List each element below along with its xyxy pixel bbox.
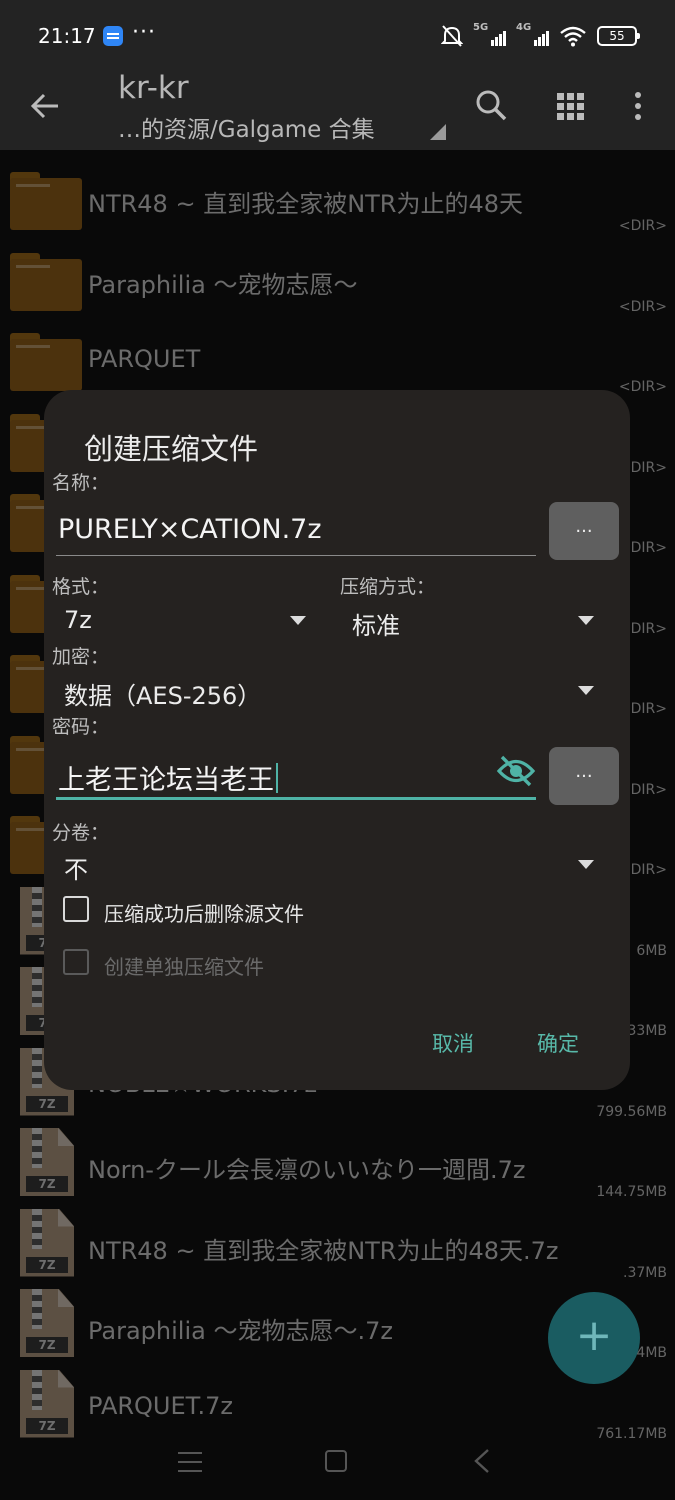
app-notification-icon	[103, 26, 123, 46]
folder-path[interactable]: …的资源/Galgame 合集	[118, 110, 375, 144]
name-label: 名称：	[52, 472, 110, 494]
nav-home-icon[interactable]	[325, 1450, 347, 1472]
signal-4g-icon: 4G	[516, 22, 549, 46]
format-select[interactable]: 7z	[64, 606, 310, 646]
password-value: 上老王论坛当老王	[58, 765, 274, 796]
delete-source-label[interactable]: 压缩成功后删除源文件	[104, 898, 304, 927]
password-more-button[interactable]: ...	[549, 747, 619, 805]
nav-recents-icon[interactable]	[178, 1452, 202, 1472]
archive-name-input[interactable]: PURELY×CATION.7z	[56, 504, 536, 556]
ok-button[interactable]: 确定	[537, 1028, 579, 1058]
format-dropdown-icon	[290, 616, 306, 625]
mute-bell-icon	[441, 25, 463, 47]
split-select[interactable]: 不	[64, 850, 598, 890]
name-more-button[interactable]: ...	[549, 502, 619, 560]
app-toolbar: kr-kr …的资源/Galgame 合集	[0, 70, 675, 150]
separate-archives-label: 创建单独压缩文件	[104, 955, 264, 979]
status-time: 21:17	[38, 24, 96, 48]
method-select[interactable]: 标准	[352, 606, 598, 646]
search-icon[interactable]	[472, 86, 512, 126]
add-fab-button[interactable]: +	[548, 1292, 640, 1384]
signal-5g-icon: 5G	[473, 22, 506, 46]
text-caret	[276, 763, 278, 793]
create-archive-dialog: 创建压缩文件 名称： PURELY×CATION.7z ... 格式： 7z 压…	[44, 390, 630, 1090]
grid-view-icon[interactable]	[550, 86, 590, 126]
password-label: 密码：	[52, 716, 110, 738]
method-label: 压缩方式：	[340, 576, 436, 598]
separate-archives-checkbox	[63, 949, 89, 975]
folder-title: kr-kr	[118, 70, 189, 106]
back-arrow-icon[interactable]	[28, 88, 64, 124]
status-bar: 21:17 ··· 5G 4G 55	[0, 0, 675, 72]
path-dropdown-icon[interactable]	[430, 124, 446, 140]
password-input[interactable]: 上老王论坛当老王	[56, 748, 536, 800]
split-label: 分卷：	[52, 822, 110, 844]
wifi-icon	[560, 26, 586, 47]
nav-back-icon[interactable]	[470, 1448, 494, 1474]
encrypt-label: 加密：	[52, 646, 110, 668]
battery-icon: 55	[597, 26, 640, 46]
encrypt-select[interactable]: 数据（AES-256）	[64, 676, 598, 716]
archive-name-value: PURELY×CATION.7z	[58, 514, 322, 545]
format-label: 格式：	[52, 576, 110, 598]
status-icons: 5G 4G 55	[441, 22, 640, 50]
dialog-title: 创建压缩文件	[84, 432, 259, 466]
more-vert-icon[interactable]	[618, 86, 658, 126]
method-dropdown-icon	[578, 616, 594, 625]
delete-source-checkbox[interactable]	[63, 896, 89, 922]
system-nav-bar	[0, 1430, 675, 1500]
visibility-off-icon[interactable]	[496, 754, 536, 788]
split-dropdown-icon	[578, 860, 594, 869]
more-notifications-icon: ···	[132, 20, 156, 45]
cancel-button[interactable]: 取消	[432, 1028, 474, 1058]
encrypt-dropdown-icon	[578, 686, 594, 695]
